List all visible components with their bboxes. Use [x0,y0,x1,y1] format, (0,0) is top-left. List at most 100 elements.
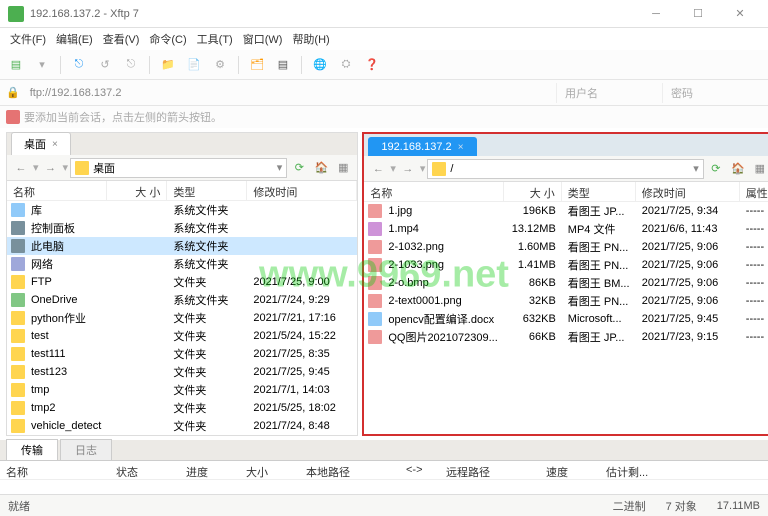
file-row[interactable]: 网络系统文件夹 [7,255,357,273]
local-tab[interactable]: 桌面× [11,132,71,155]
address-input[interactable]: ftp://192.168.137.2 [26,85,550,101]
status-size: 17.11MB [717,500,760,512]
refresh-icon[interactable]: 🌐 [310,55,330,75]
separator [149,56,150,74]
refresh-icon[interactable]: ⟳ [706,159,726,179]
menu-file[interactable]: 文件(F) [6,29,50,49]
folder-icon [11,347,25,361]
explore-icon[interactable]: ▦ [750,159,768,179]
forward-button[interactable]: → [41,158,61,178]
remote-tab[interactable]: 192.168.137.2× [368,137,476,156]
help-icon[interactable]: ❓ [362,55,382,75]
file-row[interactable]: 2-1032.png1.60MB看图王 PN...2021/7/25, 9:06… [364,238,768,256]
password-input[interactable]: 密码 [662,83,762,103]
file-row[interactable]: QQ图片2021072309...66KB看图王 JP...2021/7/23,… [364,328,768,346]
file-row[interactable]: OneDrive系统文件夹2021/7/24, 9:29 [7,291,357,309]
lib-icon [11,203,25,217]
file-row[interactable]: vehicle_detect文件夹2021/7/24, 8:48 [7,417,357,435]
file-row[interactable]: 1.jpg196KB看图王 JP...2021/7/25, 9:34----- [364,202,768,220]
transfer-header: 名称 状态 进度 大小 本地路径 <-> 远程路径 速度 估计剩... [0,460,768,480]
file-row[interactable]: 控制面板系统文件夹 [7,219,357,237]
separator [238,56,239,74]
options-icon[interactable]: ⛭ [336,55,356,75]
local-file-list[interactable]: 库系统文件夹控制面板系统文件夹此电脑系统文件夹网络系统文件夹FTP文件夹2021… [7,201,357,435]
bookmark-icon[interactable] [6,110,20,124]
separator [60,56,61,74]
back-button[interactable]: ← [11,158,31,178]
file-row[interactable]: 2-o.bmp86KB看图王 BM...2021/7/25, 9:06----- [364,274,768,292]
home-icon[interactable]: 🏠 [728,159,748,179]
img-icon [368,276,382,290]
img-icon [368,240,382,254]
file-row[interactable]: test文件夹2021/5/24, 15:22 [7,327,357,345]
file-row[interactable]: 库系统文件夹 [7,201,357,219]
app-logo-icon [8,6,24,22]
username-input[interactable]: 用户名 [556,83,656,103]
file-row[interactable]: 此电脑系统文件夹 [7,237,357,255]
menu-view[interactable]: 查看(V) [99,29,144,49]
file-row[interactable]: 1.mp413.12MBMP4 文件2021/6/6, 11:43----- [364,220,768,238]
img-icon [368,294,382,308]
doc-icon [368,312,382,326]
explore-icon[interactable]: ▦ [333,158,353,178]
pc-icon [11,239,25,253]
file-row[interactable]: test123文件夹2021/7/25, 9:45 [7,363,357,381]
forward-button[interactable]: → [398,159,418,179]
file-row[interactable]: 2-1033.png1.41MB看图王 PN...2021/7/25, 9:06… [364,256,768,274]
refresh-icon[interactable]: ⟳ [289,158,309,178]
file-row[interactable]: opencv配置编译.docx632KBMicrosoft...2021/7/2… [364,310,768,328]
file-row[interactable]: python作业文件夹2021/7/21, 17:16 [7,309,357,327]
folder-icon [432,162,446,176]
maximize-button[interactable]: ☐ [678,2,718,26]
lock-icon: 🔒 [6,86,20,99]
menu-bar: 文件(F) 编辑(E) 查看(V) 命令(C) 工具(T) 窗口(W) 帮助(H… [0,28,768,50]
close-icon[interactable]: × [52,139,58,150]
newfolder-icon[interactable]: 📁 [158,55,178,75]
local-header: 名称 大 小 类型 修改时间 [7,181,357,201]
drive-icon [11,293,25,307]
file-row[interactable]: 2-text0001.png32KB看图王 PN...2021/7/25, 9:… [364,292,768,310]
open-icon[interactable]: ▾ [32,55,52,75]
menu-tool[interactable]: 工具(T) [193,29,237,49]
img-icon [368,330,382,344]
folder-icon [11,383,25,397]
menu-help[interactable]: 帮助(H) [288,29,333,49]
close-icon[interactable]: × [458,142,464,153]
tab-log[interactable]: 日志 [60,439,112,460]
disconnect-icon[interactable]: ↺ [95,55,115,75]
sync-icon[interactable]: 🗂 [247,55,267,75]
minimize-button[interactable]: ─ [636,2,676,26]
hint-bar: 要添加当前会话，点击左侧的箭头按钮。 [0,106,768,128]
remote-header: 名称 大 小 类型 修改时间 属性 [364,182,768,202]
menu-window[interactable]: 窗口(W) [239,29,287,49]
view-icon[interactable]: ▤ [273,55,293,75]
folder-icon [11,419,25,433]
local-path-input[interactable]: 桌面▾ [70,158,287,178]
menu-edit[interactable]: 编辑(E) [52,29,97,49]
remote-path-input[interactable]: /▾ [427,159,703,179]
delete-icon[interactable]: 📄 [184,55,204,75]
transfer-list[interactable] [0,480,768,494]
remote-file-list[interactable]: 1.jpg196KB看图王 JP...2021/7/25, 9:34-----1… [364,202,768,434]
back-button[interactable]: ← [368,159,388,179]
toolbar: ▤ ▾ ⎋ ↺ ⎋ 📁 📄 ⚙ 🗂 ▤ 🌐 ⛭ ❓ [0,50,768,80]
file-row[interactable]: FTP文件夹2021/7/25, 9:00 [7,273,357,291]
tab-transfer[interactable]: 传输 [6,439,58,460]
transfer-tabs: 传输 日志 [0,440,768,460]
properties-icon[interactable]: ⚙ [210,55,230,75]
window-title: 192.168.137.2 - Xftp 7 [30,8,636,20]
connect-icon[interactable]: ⎋ [69,55,89,75]
folder-icon [11,275,25,289]
menu-cmd[interactable]: 命令(C) [145,29,190,49]
file-row[interactable]: tmp文件夹2021/7/1, 14:03 [7,381,357,399]
desktop-icon [75,161,89,175]
new-session-icon[interactable]: ▤ [6,55,26,75]
reconnect-icon[interactable]: ⎋ [121,55,141,75]
img-icon [368,204,382,218]
close-button[interactable]: ✕ [720,2,760,26]
file-row[interactable]: test111文件夹2021/7/25, 8:35 [7,345,357,363]
title-bar: 192.168.137.2 - Xftp 7 ─ ☐ ✕ [0,0,768,28]
home-icon[interactable]: 🏠 [311,158,331,178]
file-row[interactable]: tmp2文件夹2021/5/25, 18:02 [7,399,357,417]
net-icon [11,257,25,271]
